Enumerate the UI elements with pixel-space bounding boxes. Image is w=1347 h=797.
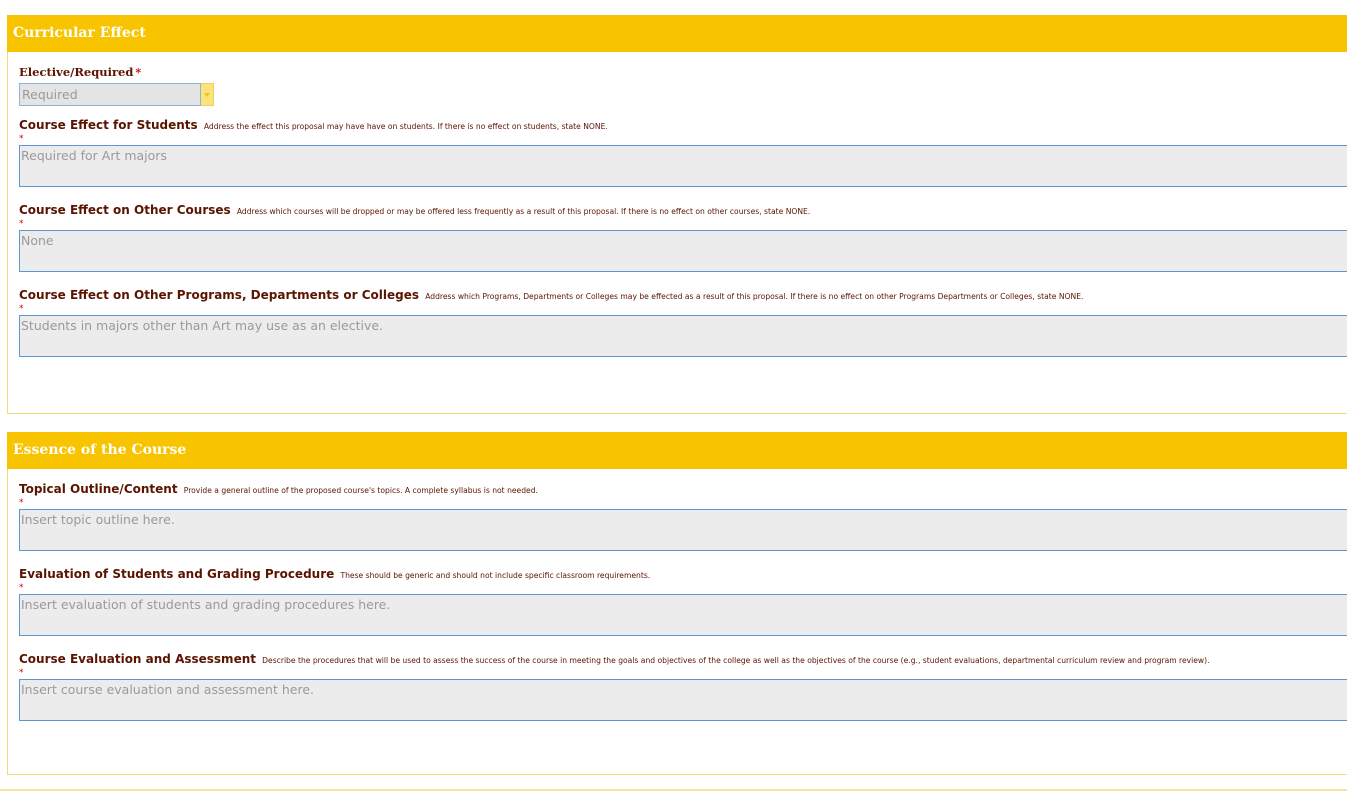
course-effect-students-field: Course Effect for Students Address the e…	[19, 118, 1347, 187]
panel-title: Essence of the Course	[7, 432, 1347, 469]
course-effect-other-courses-input[interactable]: None	[19, 230, 1347, 272]
required-marker: *	[135, 66, 142, 79]
field-label: Course Effect on Other Courses	[19, 203, 231, 217]
course-effect-students-input[interactable]: Required for Art majors	[19, 145, 1347, 187]
field-hint: These should be generic and should not i…	[340, 571, 651, 580]
field-label: Evaluation of Students and Grading Proce…	[19, 567, 335, 581]
topical-outline-input[interactable]: Insert topic outline here.	[19, 509, 1347, 551]
field-label: Topical Outline/Content	[19, 482, 178, 496]
required-marker: *	[19, 304, 24, 314]
elective-required-label: Elective/Required	[19, 65, 134, 79]
field-label: Course Effect on Other Programs, Departm…	[19, 288, 419, 302]
field-label: Course Evaluation and Assessment	[19, 652, 256, 666]
field-label: Course Effect for Students	[19, 118, 198, 132]
elective-required-field: Elective/Required * Required	[19, 65, 1347, 106]
field-hint: Address the effect this proposal may hav…	[203, 122, 608, 131]
required-marker: *	[19, 498, 24, 508]
panel-title: Curricular Effect	[7, 15, 1347, 52]
evaluation-grading-input[interactable]: Insert evaluation of students and gradin…	[19, 594, 1347, 636]
required-marker: *	[19, 219, 24, 229]
next-panel-top-border	[0, 789, 1347, 791]
required-marker: *	[19, 668, 24, 678]
course-effect-other-programs-field: Course Effect on Other Programs, Departm…	[19, 288, 1347, 357]
required-marker: *	[19, 583, 24, 593]
required-marker: *	[19, 134, 24, 144]
curricular-effect-panel: Curricular Effect Elective/Required * Req…	[7, 15, 1347, 414]
field-hint: Describe the procedures that will be use…	[262, 656, 1210, 665]
field-hint: Address which Programs, Departments or C…	[425, 292, 1084, 301]
elective-required-select[interactable]: Required	[19, 83, 1347, 106]
elective-required-value[interactable]: Required	[19, 83, 201, 106]
field-hint: Address which courses will be dropped or…	[236, 207, 811, 216]
course-evaluation-assessment-field: Course Evaluation and Assessment Describ…	[19, 652, 1347, 721]
chevron-down-icon[interactable]	[201, 83, 214, 106]
topical-outline-field: Topical Outline/Content Provide a genera…	[19, 482, 1347, 551]
course-effect-other-courses-field: Course Effect on Other Courses Address w…	[19, 203, 1347, 272]
course-evaluation-assessment-input[interactable]: Insert course evaluation and assessment …	[19, 679, 1347, 721]
essence-of-course-panel: Essence of the Course Topical Outline/Co…	[7, 432, 1347, 775]
field-hint: Provide a general outline of the propose…	[183, 486, 538, 495]
evaluation-grading-field: Evaluation of Students and Grading Proce…	[19, 567, 1347, 636]
course-effect-other-programs-input[interactable]: Students in majors other than Art may us…	[19, 315, 1347, 357]
